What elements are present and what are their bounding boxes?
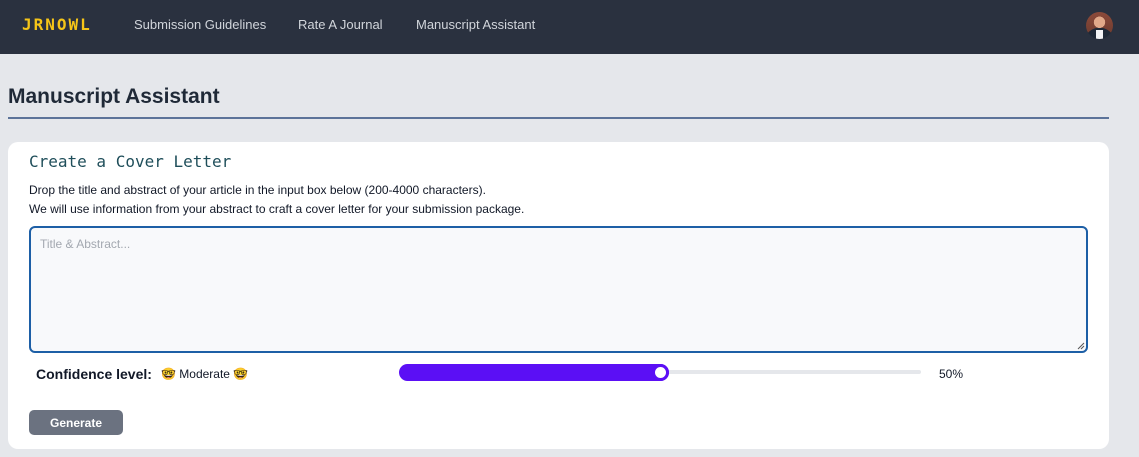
generate-button[interactable]: Generate	[29, 410, 123, 435]
card-title: Create a Cover Letter	[29, 152, 232, 171]
title-divider	[8, 117, 1109, 119]
avatar-shirt	[1096, 30, 1103, 39]
description-line-2: We will use information from your abstra…	[29, 202, 525, 216]
title-abstract-input[interactable]	[29, 226, 1088, 353]
description-line-1: Drop the title and abstract of your arti…	[29, 183, 486, 197]
confidence-value-text: 🤓 Moderate 🤓	[161, 367, 249, 381]
top-navbar: JRNOWL Submission Guidelines Rate A Jour…	[0, 0, 1139, 54]
confidence-percent: 50%	[939, 367, 964, 381]
page-title: Manuscript Assistant	[8, 85, 220, 108]
nav-link-rate-a-journal[interactable]: Rate A Journal	[298, 17, 383, 32]
resize-handle-icon[interactable]	[1077, 342, 1085, 350]
confidence-slider-fill	[399, 364, 669, 381]
confidence-label: Confidence level:	[36, 366, 152, 382]
nav-link-manuscript-assistant[interactable]: Manuscript Assistant	[416, 17, 535, 32]
cover-letter-card: Create a Cover Letter Drop the title and…	[8, 142, 1109, 449]
nav-link-submission-guidelines[interactable]: Submission Guidelines	[134, 17, 266, 32]
confidence-slider-thumb[interactable]	[651, 364, 669, 381]
app-logo[interactable]: JRNOWL	[22, 15, 92, 34]
user-avatar[interactable]	[1086, 12, 1113, 39]
